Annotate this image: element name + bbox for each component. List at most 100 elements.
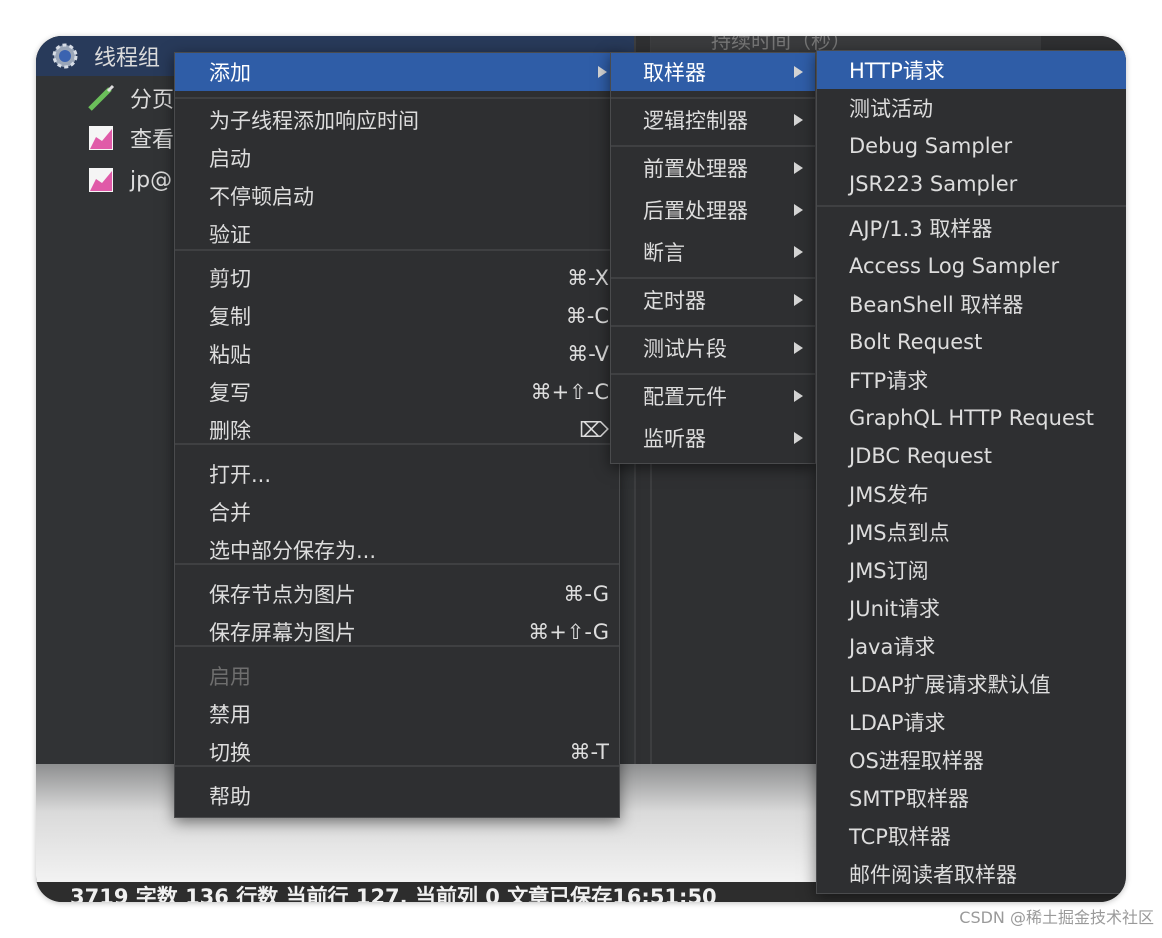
context-menu-item[interactable]: 不停顿启动 <box>175 177 619 215</box>
context-menu-item[interactable]: 剪切 ⌘-X <box>175 259 619 297</box>
menu-item-label: AJP/1.3 取样器 <box>849 217 993 241</box>
add-submenu-item[interactable]: 测试片段 <box>611 329 815 367</box>
menu-item-label: 断言 <box>643 241 685 265</box>
menu-item-label: LDAP扩展请求默认值 <box>849 673 1051 697</box>
submenu-arrow-icon <box>794 114 803 126</box>
add-submenu-item[interactable]: 后置处理器 <box>611 191 815 229</box>
sampler-menu-item[interactable]: JMS发布 <box>817 475 1126 513</box>
pipette-icon <box>86 83 116 113</box>
context-menu-item[interactable]: 合并 <box>175 493 619 531</box>
context-menu-item[interactable]: 验证 <box>175 215 619 253</box>
menu-separator <box>175 97 619 99</box>
menu-item-label: 邮件阅读者取样器 <box>849 863 1017 887</box>
context-menu-item[interactable]: 启动 <box>175 139 619 177</box>
menu-item-label: JMS点到点 <box>849 521 950 545</box>
menu-item-label: JMS发布 <box>849 483 929 507</box>
menu-item-label: 逻辑控制器 <box>643 109 748 133</box>
sampler-menu-item[interactable]: JUnit请求 <box>817 589 1126 627</box>
context-menu-item[interactable]: 复写 ⌘+⇧-C <box>175 373 619 411</box>
context-menu-item[interactable]: 粘贴 ⌘-V <box>175 335 619 373</box>
context-menu-item[interactable]: 切换 ⌘-T <box>175 733 619 771</box>
context-menu-item[interactable]: 帮助 <box>175 777 619 815</box>
sampler-menu-item[interactable]: JDBC Request <box>817 437 1126 475</box>
menu-item-label: 启用 <box>209 665 251 689</box>
menu-item-label: Debug Sampler <box>849 134 1013 158</box>
menu-separator <box>817 205 1126 207</box>
sampler-menu-item[interactable]: JMS订阅 <box>817 551 1126 589</box>
context-menu-item[interactable]: 添加 <box>175 53 619 91</box>
context-menu-item[interactable]: 为子线程添加响应时间 <box>175 101 619 139</box>
menu-item-label: SMTP取样器 <box>849 787 969 811</box>
add-submenu-item[interactable]: 逻辑控制器 <box>611 101 815 139</box>
menu-item-label: 不停顿启动 <box>209 185 314 209</box>
tree-item-label: 查看 <box>130 128 175 153</box>
sampler-menu-item[interactable]: LDAP请求 <box>817 703 1126 741</box>
sampler-menu-item[interactable]: 测试活动 <box>817 89 1126 127</box>
context-menu-item[interactable]: 禁用 <box>175 695 619 733</box>
shortcut-label: ⌘-X <box>567 266 609 290</box>
context-menu-item[interactable]: 打开... <box>175 455 619 493</box>
menu-item-label: 切换 <box>209 741 251 765</box>
sampler-menu-item[interactable]: TCP取样器 <box>817 817 1126 855</box>
sampler-menu-item[interactable]: 邮件阅读者取样器 <box>817 855 1126 893</box>
add-submenu-item[interactable]: 监听器 <box>611 419 815 457</box>
watermark: CSDN @稀土掘金技术社区 <box>959 908 1154 927</box>
sampler-menu-item[interactable]: FTP请求 <box>817 361 1126 399</box>
menu-item-label: 取样器 <box>643 61 706 85</box>
add-submenu-item[interactable]: 断言 <box>611 233 815 271</box>
menu-item-label: JUnit请求 <box>849 597 940 621</box>
context-menu-item[interactable]: 选中部分保存为... <box>175 531 619 569</box>
tree-item-1[interactable]: 分页 <box>86 78 174 118</box>
menu-separator <box>611 97 815 99</box>
sampler-menu-item[interactable]: Bolt Request <box>817 323 1126 361</box>
menu-item-label: 验证 <box>209 223 251 247</box>
sampler-menu-item[interactable]: GraphQL HTTP Request <box>817 399 1126 437</box>
submenu-arrow-icon <box>794 432 803 444</box>
sampler-menu-item[interactable]: JSR223 Sampler <box>817 165 1126 203</box>
shortcut-label: ⌘-V <box>567 342 609 366</box>
sampler-menu-item[interactable]: AJP/1.3 取样器 <box>817 209 1126 247</box>
sampler-menu-item[interactable]: HTTP请求 <box>817 51 1126 89</box>
menu-item-label: HTTP请求 <box>849 59 945 83</box>
add-submenu-item[interactable]: 前置处理器 <box>611 149 815 187</box>
add-submenu-item[interactable]: 定时器 <box>611 281 815 319</box>
shortcut-label: ⌦ <box>579 418 609 442</box>
shortcut-label: ⌘-T <box>569 740 609 764</box>
menu-separator <box>611 277 815 279</box>
menu-item-label: 复制 <box>209 305 251 329</box>
menu-item-label: GraphQL HTTP Request <box>849 406 1095 430</box>
sampler-menu-item[interactable]: LDAP扩展请求默认值 <box>817 665 1126 703</box>
menu-item-label: TCP取样器 <box>849 825 951 849</box>
menu-item-label: Bolt Request <box>849 330 983 354</box>
sampler-menu-item[interactable]: JMS点到点 <box>817 513 1126 551</box>
sampler-menu-item[interactable]: SMTP取样器 <box>817 779 1126 817</box>
tree-item-3[interactable]: jp@ <box>86 160 172 200</box>
context-menu-item[interactable]: 保存屏幕为图片 ⌘+⇧-G <box>175 613 619 651</box>
menu-item-label: 粘贴 <box>209 343 251 367</box>
menu-item-label: 定时器 <box>643 289 706 313</box>
menu-item-label: JDBC Request <box>849 444 993 468</box>
sampler-menu-item[interactable]: Debug Sampler <box>817 127 1126 165</box>
sampler-menu-item[interactable]: BeanShell 取样器 <box>817 285 1126 323</box>
menu-item-label: 启动 <box>209 147 251 171</box>
tree-item-2[interactable]: 查看 <box>86 118 174 158</box>
add-submenu-item[interactable]: 配置元件 <box>611 377 815 415</box>
menu-item-label: 添加 <box>209 61 251 85</box>
menu-item-label: 测试片段 <box>643 337 727 361</box>
context-menu-item[interactable]: 保存节点为图片 ⌘-G <box>175 575 619 613</box>
add-submenu-item[interactable]: 取样器 <box>611 53 815 91</box>
tree-item-label: jp@ <box>130 167 173 193</box>
menu-item-label: 复写 <box>209 381 251 405</box>
sampler-menu-item[interactable]: OS进程取样器 <box>817 741 1126 779</box>
shortcut-label: ⌘+⇧-C <box>530 380 609 404</box>
shortcut-label: ⌘+⇧-G <box>528 620 609 644</box>
submenu-arrow-icon <box>794 162 803 174</box>
context-menu-item[interactable]: 删除 ⌦ <box>175 411 619 449</box>
context-menu-item[interactable]: 复制 ⌘-C <box>175 297 619 335</box>
sampler-menu-item[interactable]: Access Log Sampler <box>817 247 1126 285</box>
sampler-menu-item[interactable]: Java请求 <box>817 627 1126 665</box>
menu-item-label: JMS订阅 <box>849 559 929 583</box>
chart-icon <box>86 165 116 195</box>
menu-item-label: 前置处理器 <box>643 157 748 181</box>
shortcut-label: ⌘-C <box>565 304 609 328</box>
